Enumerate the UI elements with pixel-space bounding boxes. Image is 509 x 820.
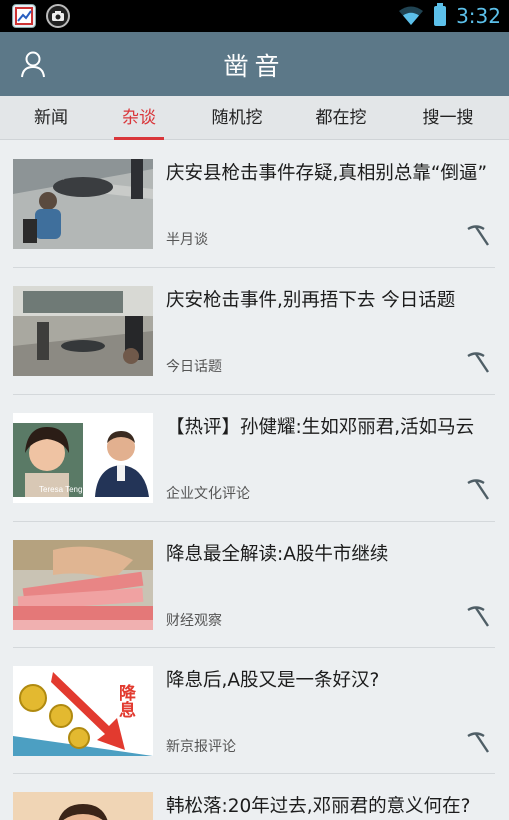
battery-icon: [434, 3, 447, 26]
list-item[interactable]: 韩松落:20年过去,邓丽君的意义何在?: [0, 774, 509, 820]
article-source: 企业文化评论: [166, 486, 250, 502]
thumb-caption: Teresa Teng: [39, 485, 82, 494]
article-thumbnail: [13, 792, 153, 820]
pickaxe-icon[interactable]: [464, 477, 490, 503]
pickaxe-icon[interactable]: [464, 604, 490, 630]
app-shortcut-icon: [12, 4, 36, 28]
article-title[interactable]: 降息最全解读:A股牛市继续: [166, 542, 496, 568]
article-thumbnail: [13, 286, 153, 376]
category-tabs: 新闻 杂谈 随机挖 都在挖 搜一搜: [0, 96, 509, 140]
app-bar: 凿音: [0, 32, 509, 96]
tab-search[interactable]: 搜一搜: [407, 96, 489, 140]
article-thumbnail: [13, 540, 153, 630]
article-source: 财经观察: [166, 613, 222, 629]
article-title[interactable]: 降息后,A股又是一条好汉?: [166, 668, 496, 694]
tab-news[interactable]: 新闻: [10, 96, 92, 140]
tab-random-dig[interactable]: 随机挖: [196, 96, 278, 140]
article-title[interactable]: 庆安县枪击事件存疑,真相别总靠“倒逼”: [166, 161, 496, 187]
app-title: 凿音: [223, 52, 286, 81]
pickaxe-icon[interactable]: [464, 223, 490, 249]
pickaxe-icon[interactable]: [464, 730, 490, 756]
tab-essays[interactable]: 杂谈: [114, 96, 164, 140]
list-item[interactable]: 降息最全解读:A股牛市继续 财经观察: [0, 522, 509, 648]
article-source: 半月谈: [166, 232, 208, 248]
camera-app-icon: [46, 4, 70, 28]
article-thumbnail: [13, 159, 153, 249]
article-thumbnail: 降息: [13, 666, 153, 756]
article-title[interactable]: 庆安枪击事件,别再捂下去 今日话题: [166, 288, 496, 314]
article-title[interactable]: 韩松落:20年过去,邓丽君的意义何在?: [166, 794, 496, 820]
list-item[interactable]: 降息 降息后,A股又是一条好汉? 新京报评论: [0, 648, 509, 774]
article-source: 新京报评论: [166, 739, 236, 755]
thumb-caption: 降息: [115, 683, 136, 718]
article-title[interactable]: 【热评】孙健耀:生如邓丽君,活如马云: [166, 415, 496, 441]
tab-everyone-digging[interactable]: 都在挖: [300, 96, 382, 140]
article-source: 今日话题: [166, 359, 222, 375]
pickaxe-icon[interactable]: [464, 350, 490, 376]
status-bar: 3:32: [0, 0, 509, 32]
clock: 3:32: [456, 4, 501, 28]
article-thumbnail: Teresa Teng: [13, 413, 153, 503]
list-item[interactable]: Teresa Teng 【热评】孙健耀:生如邓丽君,活如马云 企业文化评论: [0, 395, 509, 521]
list-item[interactable]: 庆安县枪击事件存疑,真相别总靠“倒逼” 半月谈: [0, 141, 509, 267]
list-item[interactable]: 庆安枪击事件,别再捂下去 今日话题 今日话题: [0, 268, 509, 394]
wifi-icon: [399, 6, 424, 25]
